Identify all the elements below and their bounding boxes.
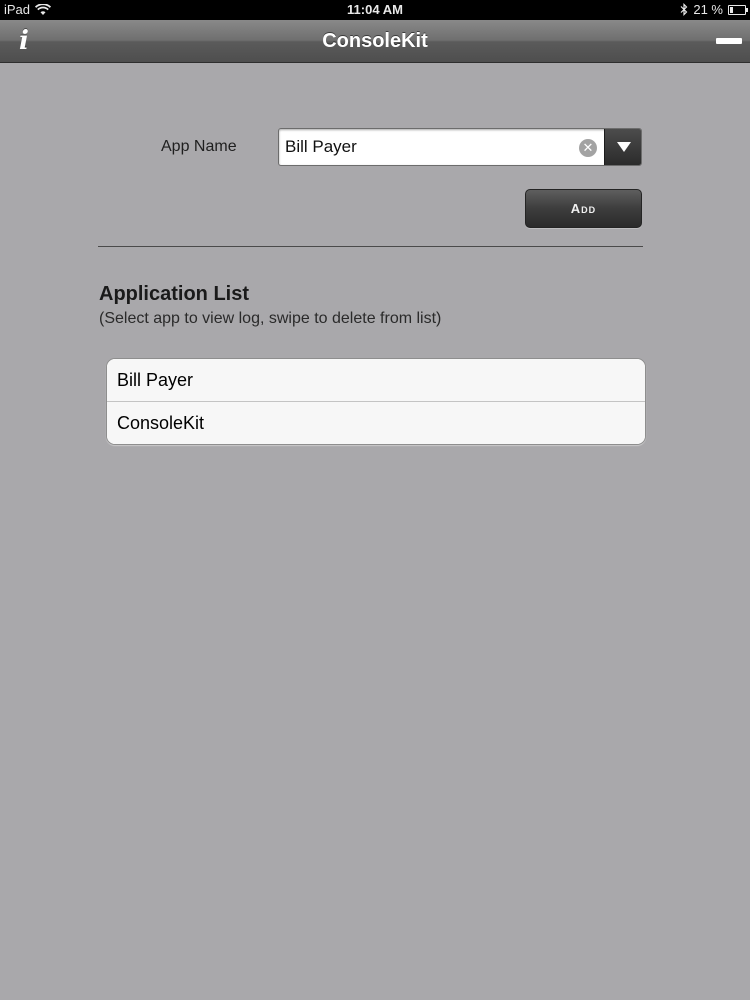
add-button[interactable]: Add [525,189,642,228]
minus-icon [716,38,742,44]
application-list: Bill Payer ConsoleKit [106,358,646,445]
bluetooth-icon [680,3,688,16]
battery-icon [728,5,748,15]
status-right: 21 % [680,2,748,17]
battery-level [730,7,733,13]
nav-title: ConsoleKit [322,30,428,52]
status-bar: iPad 11:04 AM 21 % [0,0,750,20]
application-list-subtitle: (Select app to view log, swipe to delete… [99,310,442,327]
list-item[interactable]: Bill Payer [107,359,645,402]
clear-button[interactable]: ✕ [579,139,597,157]
divider [98,246,643,247]
status-time: 11:04 AM [347,2,403,17]
clear-icon: ✕ [582,140,594,155]
triangle-down-icon [617,142,631,152]
application-list-title: Application List [99,283,249,305]
list-item[interactable]: ConsoleKit [107,402,645,444]
battery-percent: 21 % [693,2,723,17]
nav-bar: i ConsoleKit [0,20,750,63]
app-name-label: App Name [161,138,237,155]
app-name-field: ✕ [278,128,642,166]
app-name-input[interactable] [285,129,575,165]
minus-button[interactable] [716,33,742,49]
dropdown-button[interactable] [604,129,641,165]
